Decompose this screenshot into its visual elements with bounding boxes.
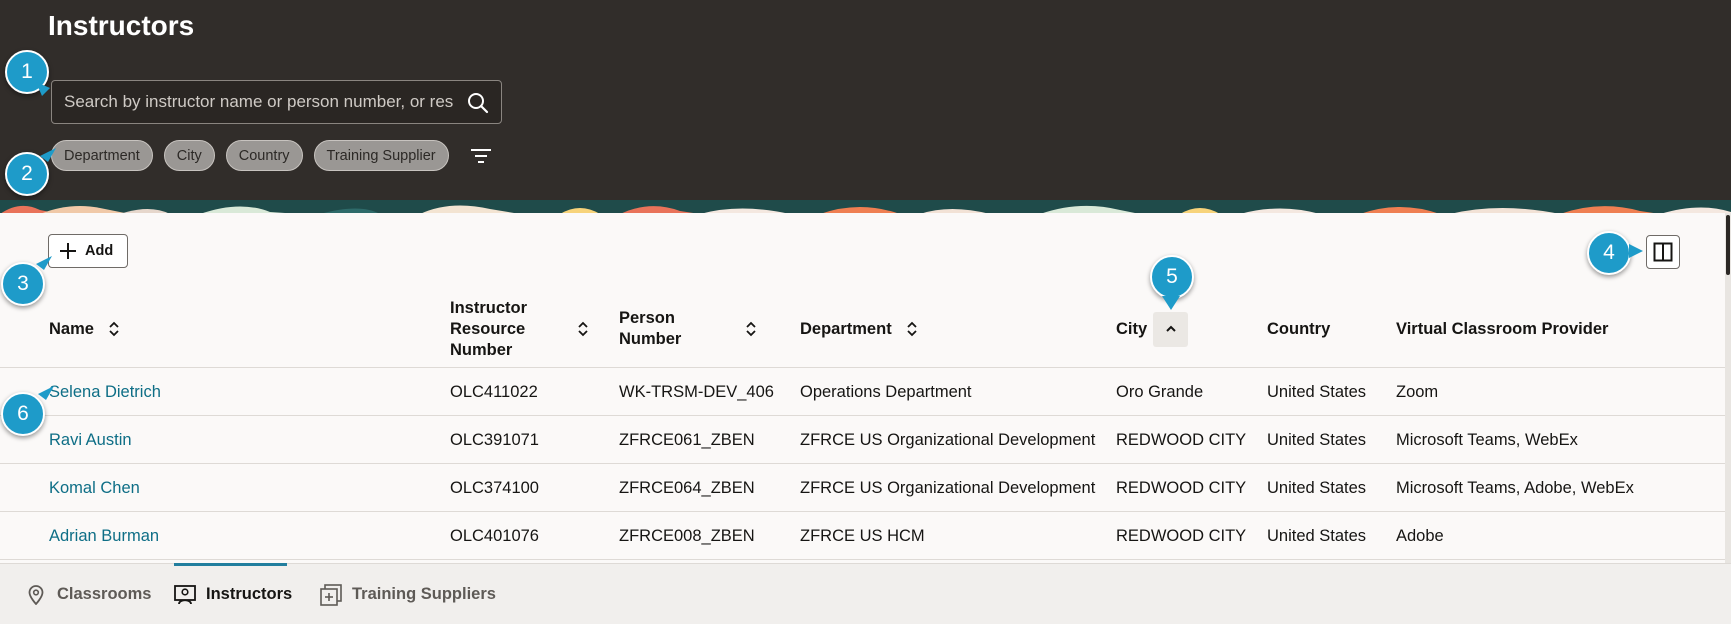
cell-department: Operations Department [800,382,972,401]
filter-button[interactable] [466,141,496,171]
toggle-panel-button[interactable] [1646,235,1680,269]
cell-country: United States [1267,382,1367,401]
table-header: Name Instructor Resource Number Person Numb… [0,290,1725,368]
column-header-country: Country [1267,319,1331,338]
tab-classrooms-label: Classrooms [57,585,152,603]
cell-virtual-classroom-provider: Microsoft Teams, Adobe, WebEx [1396,478,1634,497]
instructor-name-link[interactable]: Komal Chen [49,464,140,512]
cell-city: REDWOOD CITY [1116,478,1247,497]
split-panel-icon [1653,242,1673,262]
table-row: Adrian Burman OLC401076 ZFRCE008_ZBEN ZF… [0,512,1725,560]
filter-chips: Department City Country Training Supplie… [51,140,496,171]
cell-department: ZFRCE US Organizational Development [800,478,1096,497]
sort-icon[interactable] [904,319,920,339]
cell-instructor-resource-number: OLC411022 [450,382,538,401]
filter-icon [470,148,491,163]
table-row: Selena Dietrich OLC411022 WK-TRSM-DEV_40… [0,368,1725,416]
callout-4-pointer [1629,244,1643,258]
instructor-name-link[interactable]: Selena Dietrich [49,368,161,416]
add-suppliers-icon [320,583,342,606]
instructor-icon [174,584,196,606]
search-box[interactable] [51,80,502,124]
sort-ascending-icon[interactable] [1153,311,1189,347]
search-input[interactable] [64,81,454,123]
filter-chip-country[interactable]: Country [225,140,303,171]
tab-instructors-label: Instructors [206,585,293,603]
filter-chip-department[interactable]: Department [51,140,153,171]
cell-virtual-classroom-provider: Zoom [1396,382,1439,401]
cell-virtual-classroom-provider: Microsoft Teams, WebEx [1396,430,1578,449]
cell-country: United States [1267,478,1367,497]
callout-2-pointer [40,148,56,162]
filter-chip-city[interactable]: City [163,140,215,171]
cell-department: ZFRCE US Organizational Development [800,430,1096,449]
cell-country: United States [1267,526,1367,545]
column-header-instructor-resource-number[interactable]: Instructor Resource Number [450,290,591,368]
sort-icon[interactable] [106,319,122,339]
add-button-label: Add [85,243,114,259]
scrollbar-thumb[interactable] [1726,215,1730,275]
table-row: Komal Chen OLC374100 ZFRCE064_ZBEN ZFRCE… [0,464,1725,512]
page-title: Instructors [48,10,195,41]
tab-instructors[interactable]: Instructors [174,564,292,624]
location-pin-icon [25,584,47,606]
cell-person-number: ZFRCE008_ZBEN [619,526,755,545]
plus-icon [60,243,76,259]
bottom-navigation: Classrooms Instructors Training Supplier… [0,563,1731,624]
callout-1-pointer [36,82,50,96]
column-header-person-number[interactable]: Person Number [619,290,759,368]
callout-5-pointer [1162,296,1180,310]
add-button[interactable]: Add [48,234,128,268]
page-header: Instructors Department City Country Trai… [0,0,1731,200]
column-header-virtual-classroom-provider: Virtual Classroom Provider [1396,319,1609,338]
search-icon [468,93,489,114]
tab-training-suppliers[interactable]: Training Suppliers [320,564,496,624]
cell-city: REDWOOD CITY [1116,526,1247,545]
cell-instructor-resource-number: OLC401076 [450,526,539,545]
callout-6-pointer [38,386,54,400]
tab-classrooms[interactable]: Classrooms [25,564,151,624]
cell-instructor-resource-number: OLC374100 [450,478,539,497]
cell-instructor-resource-number: OLC391071 [450,430,539,449]
cell-person-number: WK-TRSM-DEV_406 [619,382,774,401]
sort-icon[interactable] [743,319,759,339]
search-button[interactable] [465,90,491,116]
cell-city: Oro Grande [1116,382,1204,401]
sort-icon[interactable] [575,319,591,339]
cell-country: United States [1267,430,1367,449]
cell-person-number: ZFRCE061_ZBEN [619,430,755,449]
callout-5: 5 [1150,255,1194,299]
column-header-department[interactable]: Department [800,290,920,368]
active-tab-indicator [174,563,287,566]
table-row: Ravi Austin OLC391071 ZFRCE061_ZBEN ZFRC… [0,416,1725,464]
cell-person-number: ZFRCE064_ZBEN [619,478,755,497]
filter-chip-training-supplier[interactable]: Training Supplier [313,140,449,171]
cell-department: ZFRCE US HCM [800,526,925,545]
instructor-name-link[interactable]: Adrian Burman [49,512,159,560]
decorative-banner [0,200,1731,214]
cell-city: REDWOOD CITY [1116,430,1247,449]
cell-virtual-classroom-provider: Adobe [1396,526,1444,545]
callout-3-pointer [36,256,52,270]
callout-4: 4 [1587,231,1631,275]
instructor-name-link[interactable]: Ravi Austin [49,416,132,464]
column-header-name[interactable]: Name [49,290,122,368]
tab-training-suppliers-label: Training Suppliers [352,585,496,603]
instructors-table: Name Instructor Resource Number Person Numb… [0,290,1725,560]
